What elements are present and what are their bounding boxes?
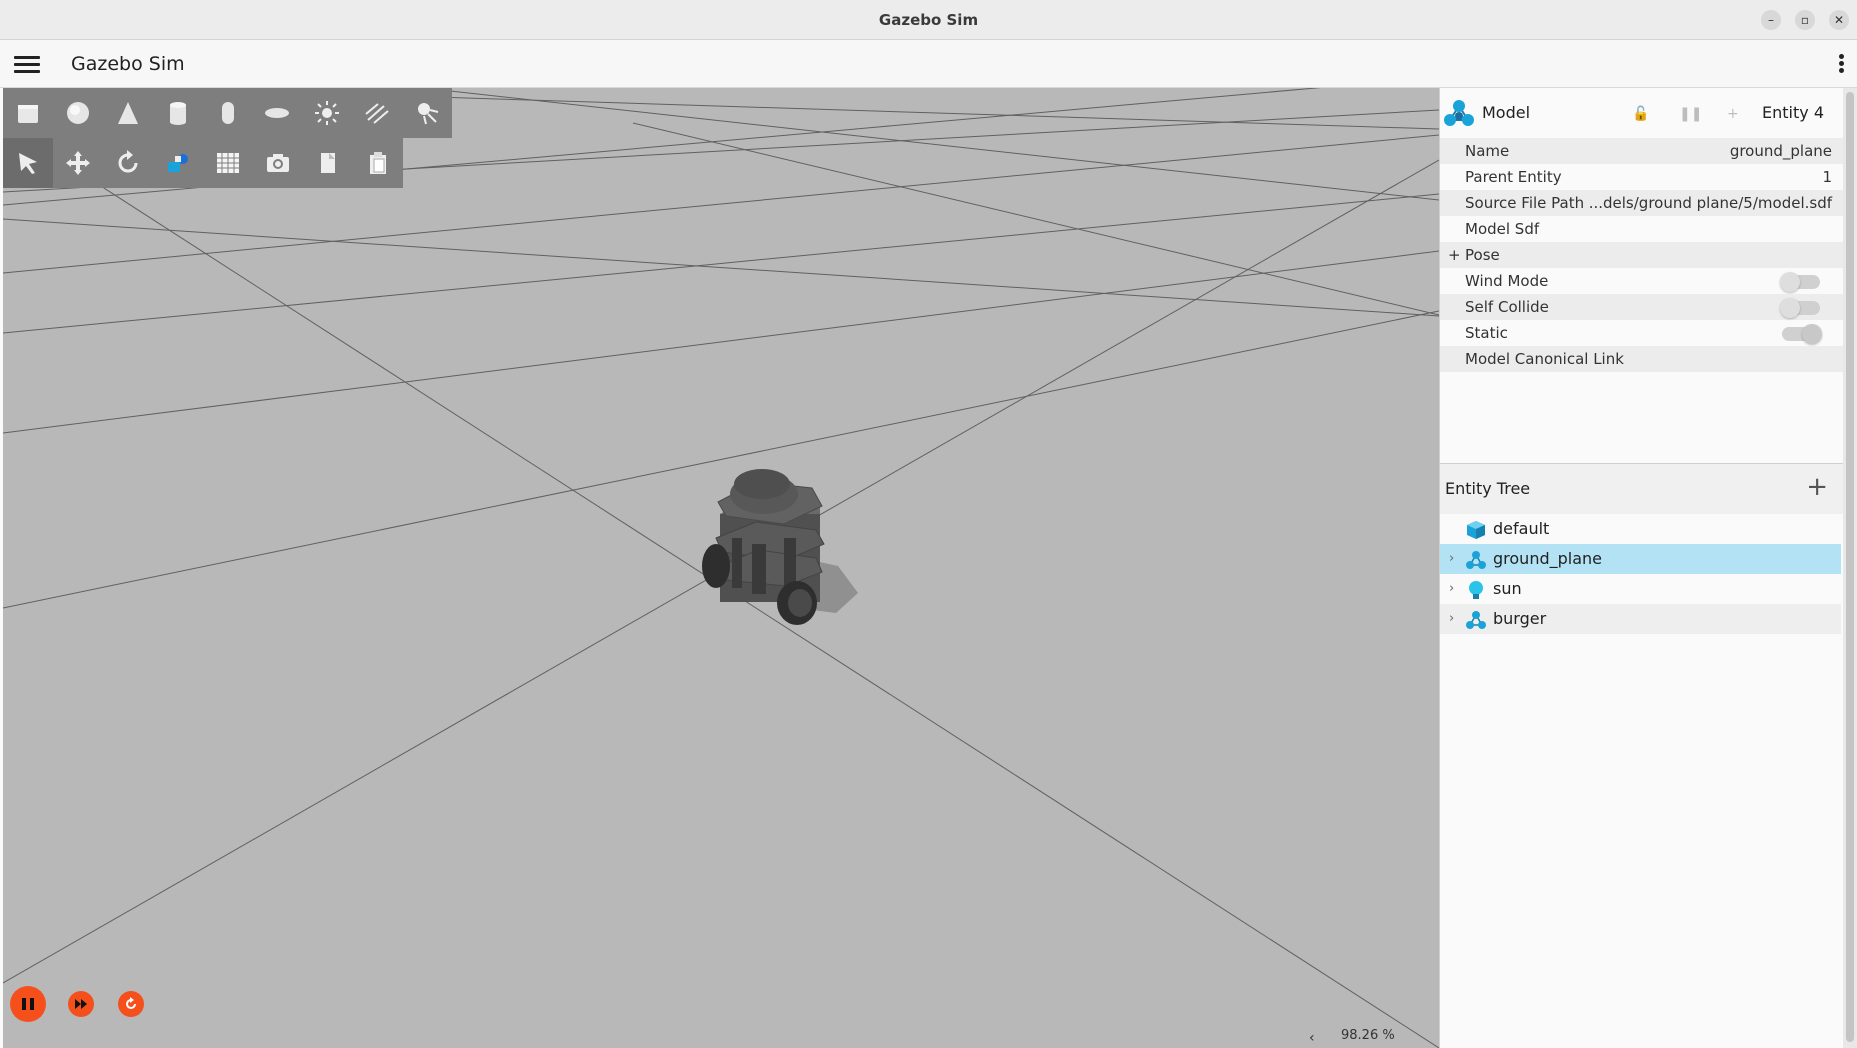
capsule-icon[interactable] bbox=[203, 88, 253, 138]
select-arrow-icon[interactable] bbox=[3, 138, 53, 188]
tree-item-label: burger bbox=[1493, 609, 1547, 628]
chevron-right-icon[interactable]: › bbox=[1449, 604, 1454, 634]
prop-key: Name bbox=[1465, 142, 1510, 160]
paste-icon[interactable] bbox=[353, 138, 403, 188]
prop-value: 1 bbox=[1822, 168, 1832, 186]
tree-item-sun[interactable]: › sun bbox=[1440, 574, 1841, 604]
view-angle-icon[interactable] bbox=[153, 138, 203, 188]
prop-self-collide: Self Collide bbox=[1440, 294, 1844, 320]
copy-icon[interactable] bbox=[303, 138, 353, 188]
prop-key: Source File Path bbox=[1465, 194, 1585, 212]
ellipsoid-icon[interactable] bbox=[252, 88, 302, 138]
chevron-right-icon[interactable]: › bbox=[1449, 544, 1454, 574]
world-cube-icon bbox=[1467, 521, 1485, 539]
minimize-icon[interactable]: – bbox=[1761, 10, 1781, 30]
prop-value: ...dels/ground plane/5/model.sdf bbox=[1588, 194, 1832, 212]
pause-icon[interactable]: ❚❚ bbox=[1679, 106, 1702, 122]
prop-wind-mode: Wind Mode bbox=[1440, 268, 1844, 294]
collapse-stats-icon[interactable]: ‹ bbox=[1309, 1030, 1315, 1046]
prop-key: Static bbox=[1465, 324, 1508, 342]
prop-key: Wind Mode bbox=[1465, 272, 1549, 290]
turtlebot-burger-model[interactable] bbox=[686, 448, 871, 628]
box-icon[interactable] bbox=[3, 88, 53, 138]
spot-light-icon[interactable] bbox=[402, 88, 452, 138]
tree-item-burger[interactable]: › burger bbox=[1440, 604, 1841, 634]
cone-icon[interactable] bbox=[103, 88, 153, 138]
prop-key: Parent Entity bbox=[1465, 168, 1562, 186]
right-panel: Model 🔓 ❚❚ + Entity 4 Name ground_plane … bbox=[1439, 88, 1844, 1048]
plus-icon[interactable]: + bbox=[1727, 106, 1739, 122]
cylinder-icon[interactable] bbox=[153, 88, 203, 138]
prop-name: Name ground_plane bbox=[1440, 138, 1844, 164]
real-time-factor: 98.26 % bbox=[1341, 1028, 1395, 1043]
entity-label: Entity 4 bbox=[1762, 103, 1824, 122]
tree-item-default[interactable]: default bbox=[1440, 514, 1841, 544]
window-title: Gazebo Sim bbox=[878, 11, 979, 29]
prop-static: Static bbox=[1440, 320, 1844, 346]
lock-icon[interactable]: 🔓 bbox=[1632, 106, 1649, 122]
entity-tree-header: Entity Tree + bbox=[1440, 464, 1844, 514]
wind-mode-toggle[interactable] bbox=[1780, 272, 1820, 292]
light-bulb-icon bbox=[1469, 581, 1483, 599]
translate-icon[interactable] bbox=[53, 138, 103, 188]
restore-icon[interactable]: ▫ bbox=[1795, 10, 1815, 30]
scrollbar-thumb[interactable] bbox=[1846, 92, 1854, 1042]
prop-parent-entity: Parent Entity 1 bbox=[1440, 164, 1844, 190]
rotate-icon[interactable] bbox=[103, 138, 153, 188]
window-titlebar: Gazebo Sim – ▫ ✕ bbox=[0, 0, 1857, 40]
scene-tools bbox=[3, 88, 452, 188]
component-inspector-header: Model 🔓 ❚❚ + Entity 4 bbox=[1440, 88, 1844, 138]
shapes-toolbar bbox=[3, 88, 452, 138]
entity-tree-title: Entity Tree bbox=[1445, 479, 1531, 498]
app-title: Gazebo Sim bbox=[71, 53, 185, 75]
model-icon bbox=[1466, 551, 1486, 569]
step-forward-icon bbox=[75, 999, 87, 1009]
prop-key: Self Collide bbox=[1465, 298, 1549, 316]
scene-3d-viewport[interactable] bbox=[3, 88, 1439, 1048]
model-icon bbox=[1444, 100, 1474, 126]
hamburger-menu-icon[interactable] bbox=[14, 52, 40, 76]
prop-model-sdf[interactable]: Model Sdf bbox=[1440, 216, 1844, 242]
prop-source-file-path: Source File Path ...dels/ground plane/5/… bbox=[1440, 190, 1844, 216]
tree-item-label: ground_plane bbox=[1493, 549, 1602, 568]
model-icon bbox=[1466, 611, 1486, 629]
directional-light-icon[interactable] bbox=[302, 88, 352, 138]
panel-scrollbar[interactable] bbox=[1843, 88, 1857, 1048]
point-light-icon[interactable] bbox=[352, 88, 402, 138]
transform-toolbar bbox=[3, 138, 403, 188]
static-toggle[interactable] bbox=[1782, 324, 1822, 344]
app-toolbar: Gazebo Sim bbox=[0, 40, 1857, 88]
reset-button[interactable] bbox=[118, 991, 144, 1017]
prop-key: Pose bbox=[1465, 246, 1500, 264]
reset-icon bbox=[126, 997, 136, 1009]
grid-icon[interactable] bbox=[203, 138, 253, 188]
prop-key: Model Sdf bbox=[1465, 220, 1540, 238]
self-collide-toggle[interactable] bbox=[1780, 298, 1820, 318]
close-icon[interactable]: ✕ bbox=[1829, 10, 1849, 30]
tree-item-ground-plane[interactable]: › ground_plane bbox=[1440, 544, 1841, 574]
sphere-icon[interactable] bbox=[53, 88, 103, 138]
pause-button[interactable] bbox=[10, 986, 46, 1022]
add-entity-button[interactable]: + bbox=[1806, 474, 1828, 500]
pause-icon bbox=[22, 998, 34, 1010]
chevron-right-icon[interactable]: › bbox=[1449, 574, 1454, 604]
camera-icon[interactable] bbox=[253, 138, 303, 188]
component-title: Model bbox=[1482, 103, 1531, 122]
step-forward-button[interactable] bbox=[68, 991, 94, 1017]
kebab-menu-icon[interactable] bbox=[1837, 52, 1845, 76]
expand-plus-icon[interactable]: + bbox=[1448, 242, 1461, 268]
prop-value[interactable]: ground_plane bbox=[1730, 138, 1832, 164]
tree-item-label: default bbox=[1493, 519, 1550, 538]
prop-model-canonical-link: Model Canonical Link bbox=[1440, 346, 1844, 372]
tree-item-label: sun bbox=[1493, 579, 1522, 598]
prop-pose[interactable]: + Pose bbox=[1440, 242, 1844, 268]
prop-key: Model Canonical Link bbox=[1465, 350, 1624, 368]
